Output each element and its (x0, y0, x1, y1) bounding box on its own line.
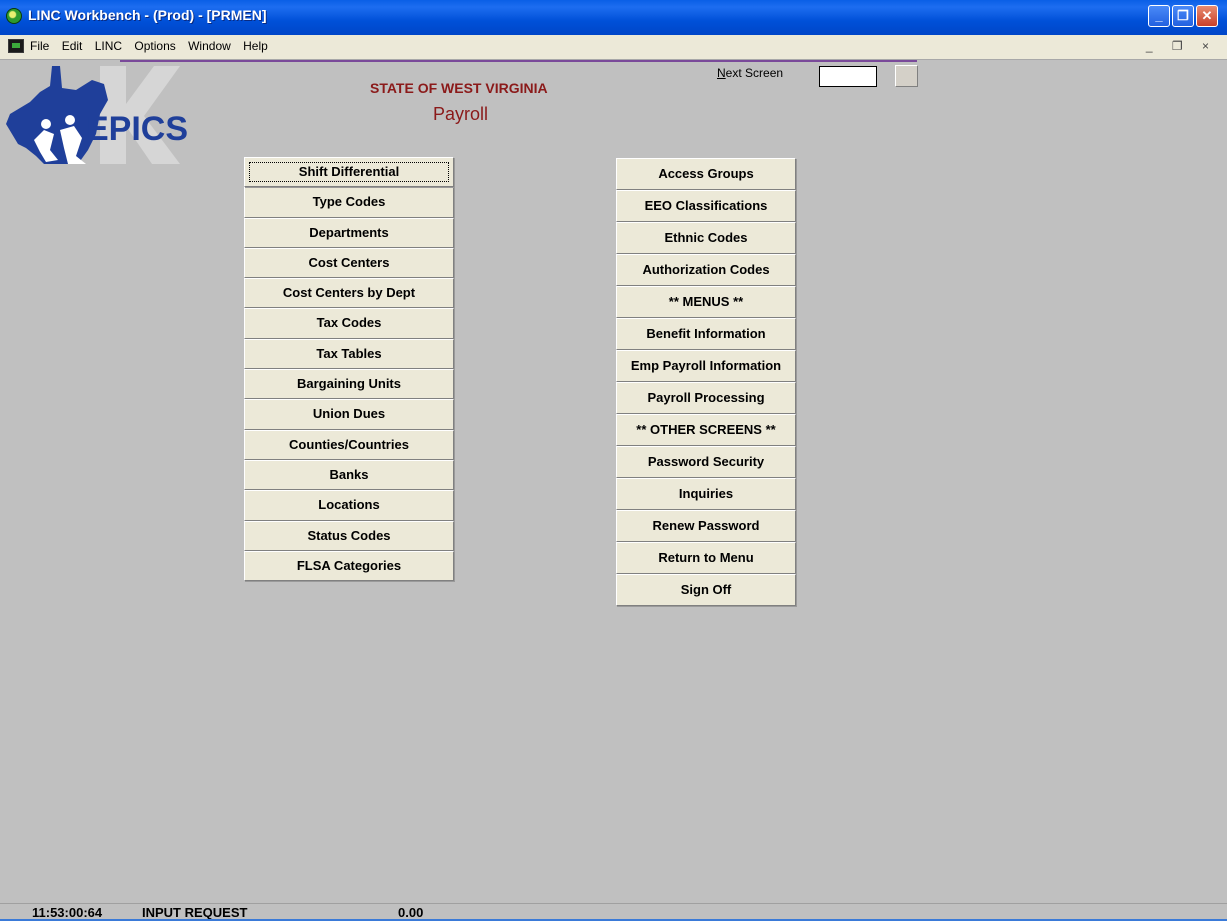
menu-linc[interactable]: LINC (95, 39, 122, 53)
banks-button[interactable]: Banks (244, 459, 454, 491)
state-title: STATE OF WEST VIRGINIA (370, 80, 548, 96)
menu-file[interactable]: File (30, 39, 49, 53)
inquiries-button[interactable]: Inquiries (616, 478, 796, 510)
next-screen-button[interactable] (895, 65, 918, 87)
title-bar[interactable]: LINC Workbench - (Prod) - [PRMEN] _ ❐ ✕ (0, 0, 1227, 36)
locations-button[interactable]: Locations (244, 490, 454, 521)
shift-differential-button[interactable]: Shift Differential (244, 157, 454, 188)
maximize-button[interactable]: ❐ (1172, 5, 1194, 27)
mdi-close-button[interactable]: × (1202, 39, 1217, 53)
app-icon[interactable] (6, 8, 22, 24)
menus-button[interactable]: ** MENUS ** (616, 286, 796, 318)
menu-items: File Edit LINC Options Window Help (30, 39, 277, 53)
logo-figure-head-right (65, 115, 75, 125)
cost-centers-by-dept-button[interactable]: Cost Centers by Dept (244, 278, 454, 309)
access-groups-button[interactable]: Access Groups (616, 158, 796, 190)
page-title: Payroll (433, 104, 489, 124)
status-codes-button[interactable]: Status Codes (244, 520, 454, 551)
cost-centers-button[interactable]: Cost Centers (244, 247, 454, 279)
right-menu-column: Access Groups EEO Classifications Ethnic… (616, 158, 796, 606)
menu-bar: File Edit LINC Options Window Help _ ❐ × (0, 35, 1227, 60)
other-screens-button[interactable]: ** OTHER SCREENS ** (616, 414, 796, 446)
authorization-codes-button[interactable]: Authorization Codes (616, 254, 796, 286)
menu-help[interactable]: Help (243, 39, 268, 53)
logo-text: EPICS (86, 110, 188, 148)
minimize-button[interactable]: _ (1148, 5, 1170, 27)
tax-tables-button[interactable]: Tax Tables (244, 338, 454, 370)
counties-countries-button[interactable]: Counties/Countries (244, 429, 454, 460)
mdi-restore-button[interactable]: ❐ (1172, 39, 1191, 53)
benefit-information-button[interactable]: Benefit Information (616, 318, 796, 350)
payroll-processing-button[interactable]: Payroll Processing (616, 382, 796, 414)
departments-button[interactable]: Departments (244, 217, 454, 248)
eeo-classifications-button[interactable]: EEO Classifications (616, 190, 796, 222)
epics-logo: EPICS (6, 66, 188, 164)
mdi-minimize-button[interactable]: _ (1146, 39, 1161, 53)
emp-payroll-information-button[interactable]: Emp Payroll Information (616, 350, 796, 382)
menu-edit[interactable]: Edit (62, 39, 83, 53)
status-bar: 11:53:00:64 INPUT REQUEST 0.00 (0, 903, 1227, 921)
status-state: INPUT REQUEST (142, 905, 248, 920)
return-to-menu-button[interactable]: Return to Menu (616, 542, 796, 574)
password-security-button[interactable]: Password Security (616, 446, 796, 478)
next-screen-input[interactable] (819, 66, 877, 87)
bargaining-units-button[interactable]: Bargaining Units (244, 369, 454, 400)
status-time: 11:53:00:64 (32, 905, 103, 920)
window-title: LINC Workbench - (Prod) - [PRMEN] (28, 7, 267, 23)
tax-codes-button[interactable]: Tax Codes (244, 308, 454, 339)
next-screen-accel: N (717, 66, 726, 80)
type-codes-button[interactable]: Type Codes (244, 187, 454, 218)
renew-password-button[interactable]: Renew Password (616, 510, 796, 542)
document-icon[interactable] (8, 39, 24, 53)
mdi-controls: _ ❐ × (1146, 39, 1217, 53)
sign-off-button[interactable]: Sign Off (616, 574, 796, 606)
menu-window[interactable]: Window (188, 39, 231, 53)
next-screen-label-text: ext Screen (725, 66, 784, 80)
status-value: 0.00 (398, 905, 424, 920)
next-screen-label: Next Screen (717, 66, 783, 80)
logo-figure-head-left (41, 119, 51, 129)
flsa-categories-button[interactable]: FLSA Categories (244, 550, 454, 582)
ethnic-codes-button[interactable]: Ethnic Codes (616, 222, 796, 254)
close-button[interactable]: ✕ (1196, 5, 1218, 27)
header-divider (120, 60, 917, 62)
union-dues-button[interactable]: Union Dues (244, 399, 454, 430)
menu-options[interactable]: Options (134, 39, 175, 53)
left-menu-column: Shift Differential Type Codes Department… (244, 157, 454, 582)
